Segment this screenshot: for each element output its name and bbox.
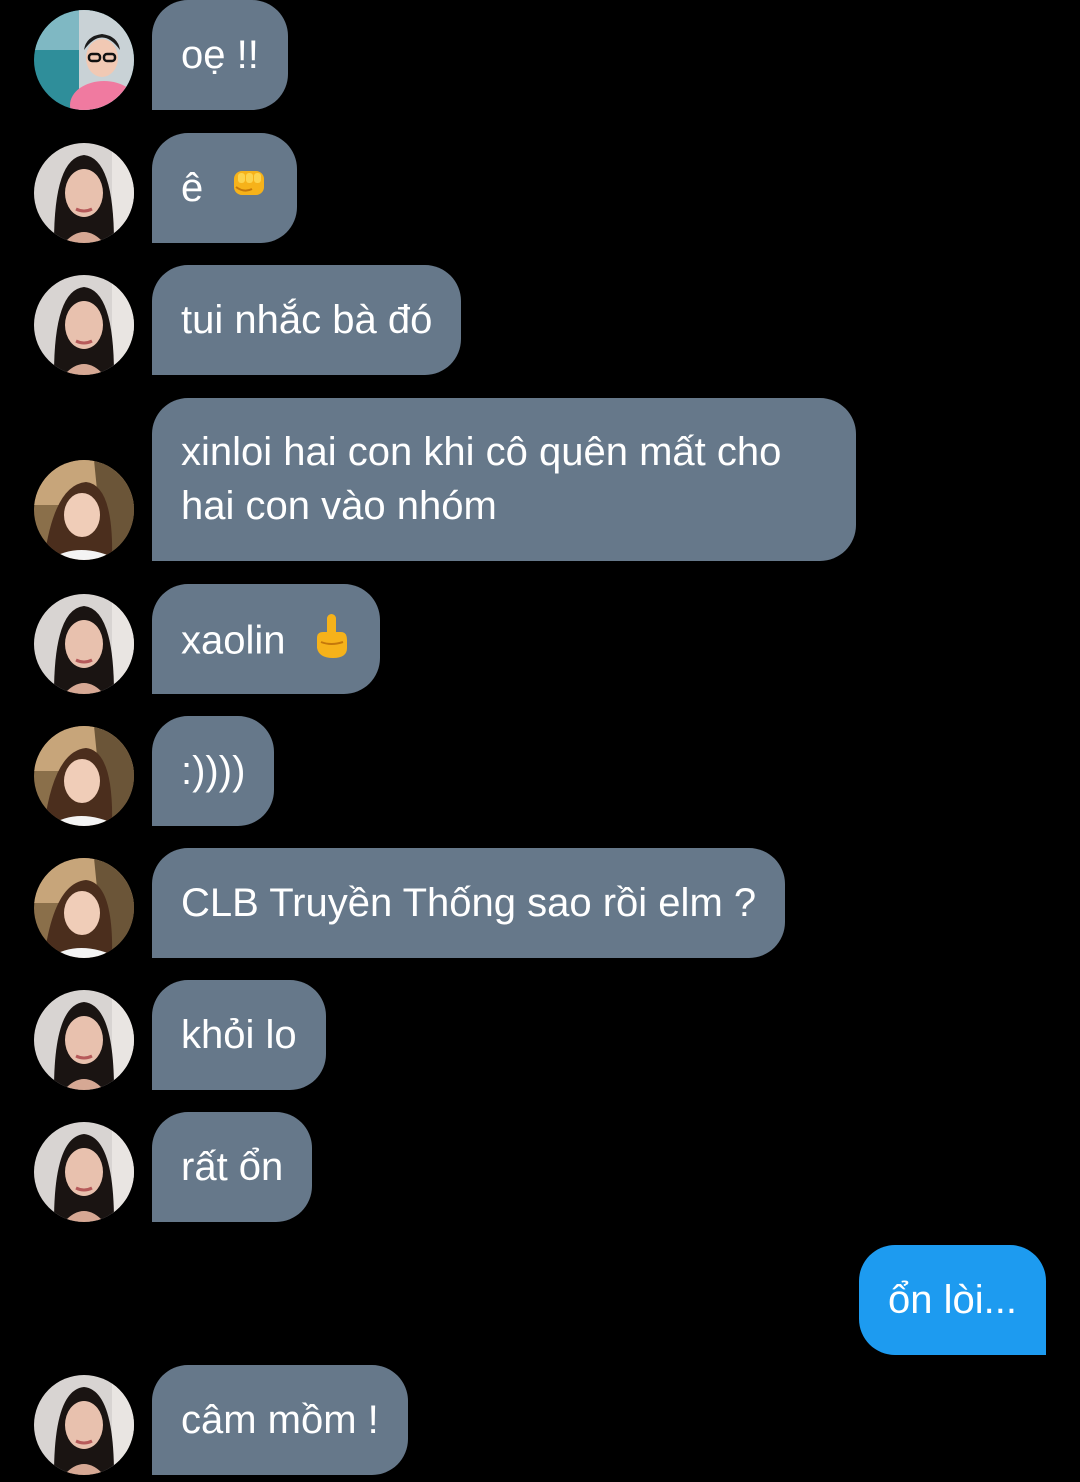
message-text: rất ổn bbox=[181, 1145, 284, 1189]
avatar[interactable] bbox=[34, 990, 134, 1090]
outgoing-message-bubble[interactable]: ổn lòi... bbox=[859, 1245, 1046, 1355]
avatar[interactable] bbox=[34, 460, 134, 560]
avatar-b-icon bbox=[34, 1375, 134, 1475]
message-text: oẹ !! bbox=[181, 33, 259, 77]
message-text: xinloi hai con khi cô quên mất cho hai c… bbox=[181, 430, 782, 528]
avatar-c-icon bbox=[34, 460, 134, 560]
avatar[interactable] bbox=[34, 594, 134, 694]
message-bubble[interactable]: khỏi lo bbox=[152, 980, 326, 1090]
avatar-b-icon bbox=[34, 990, 134, 1090]
message-text: ê bbox=[181, 166, 204, 210]
message-text: :)))) bbox=[181, 749, 246, 793]
message-text: CLB Truyền Thống sao rồi elm ? bbox=[181, 881, 757, 925]
message-bubble[interactable]: oẹ !! bbox=[152, 0, 288, 110]
avatar-c-icon bbox=[34, 858, 134, 958]
raised-fist-emoji-icon bbox=[228, 163, 268, 217]
message-text: ổn lòi... bbox=[888, 1278, 1017, 1322]
avatar-b-icon bbox=[34, 275, 134, 375]
message-bubble[interactable]: xaolin bbox=[152, 584, 380, 694]
message-text: tui nhắc bà đó bbox=[181, 298, 433, 342]
avatar[interactable] bbox=[34, 858, 134, 958]
message-bubble[interactable]: CLB Truyền Thống sao rồi elm ? bbox=[152, 848, 786, 958]
message-bubble[interactable]: xinloi hai con khi cô quên mất cho hai c… bbox=[152, 398, 856, 561]
avatar-a-icon bbox=[34, 10, 134, 110]
avatar-c-icon bbox=[34, 726, 134, 826]
avatar-b-icon bbox=[34, 143, 134, 243]
message-text: xaolin bbox=[181, 618, 286, 663]
message-bubble[interactable]: rất ổn bbox=[152, 1112, 313, 1222]
avatar[interactable] bbox=[34, 143, 134, 243]
avatar[interactable] bbox=[34, 1375, 134, 1475]
message-bubble[interactable]: :)))) bbox=[152, 716, 275, 826]
message-text: khỏi lo bbox=[181, 1013, 297, 1057]
middle-finger-emoji-icon bbox=[311, 612, 351, 674]
avatar[interactable] bbox=[34, 10, 134, 110]
message-bubble[interactable]: tui nhắc bà đó bbox=[152, 265, 462, 375]
message-bubble[interactable]: ê bbox=[152, 133, 298, 243]
message-bubble[interactable]: câm mồm ! bbox=[152, 1365, 408, 1475]
avatar-b-icon bbox=[34, 594, 134, 694]
avatar[interactable] bbox=[34, 726, 134, 826]
message-text: câm mồm ! bbox=[181, 1398, 379, 1442]
avatar[interactable] bbox=[34, 1122, 134, 1222]
avatar-b-icon bbox=[34, 1122, 134, 1222]
avatar[interactable] bbox=[34, 275, 134, 375]
